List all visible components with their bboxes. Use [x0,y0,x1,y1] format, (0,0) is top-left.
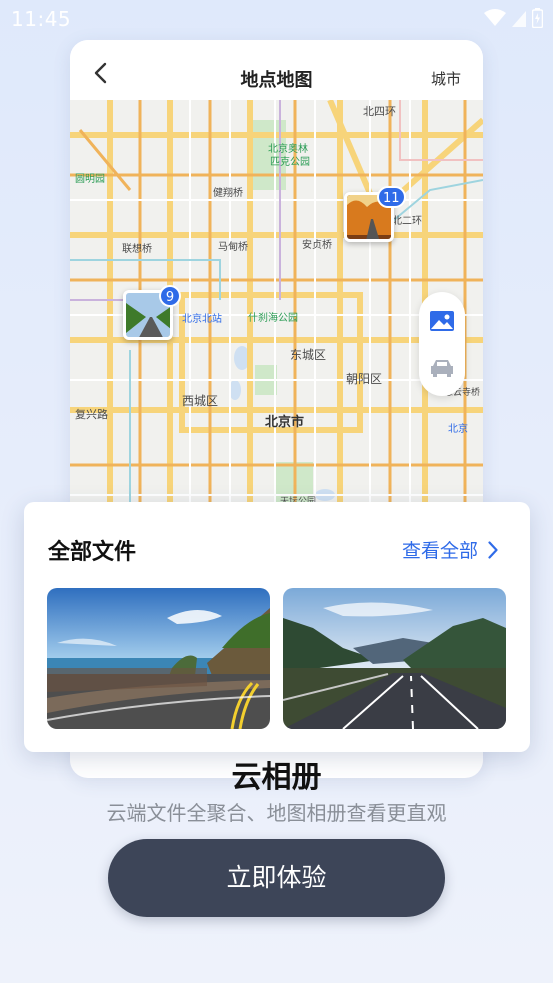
page-subtitle: 云端文件全聚合、地图相册查看更直观 [106,801,447,825]
photo-thumbnail[interactable] [283,588,506,729]
map-label: 匹克公园 [270,157,310,168]
all-files-card: 全部文件 查看全部 [24,502,530,752]
view-all-label: 查看全部 [401,540,478,562]
phone-title: 地点地图 [240,70,313,91]
phone-header: 地点地图 城市 [70,40,483,100]
map-label: 西城区 [182,394,219,408]
status-icons [484,8,543,28]
map-label: 北四环 [363,105,396,118]
map-label: 北京市 [265,415,305,430]
map-label: 北京北站 [182,314,222,325]
battery-icon [532,8,543,28]
view-all-link[interactable]: 查看全部 [402,536,498,563]
map-label: 圆明园 [75,174,105,185]
map-label: 安贞桥 [302,240,332,251]
map-label: 东城区 [290,348,327,362]
image-icon[interactable] [429,310,455,332]
map-label: 复兴路 [75,408,108,421]
map-label: 联想桥 [122,244,152,255]
car-icon[interactable] [429,358,455,378]
map-label: 朝阳区 [346,372,383,386]
wifi-icon [484,9,506,26]
status-bar: 11:45 [0,0,553,38]
all-files-title: 全部文件 [48,540,137,565]
map-label: 北京 [448,424,468,435]
page-title: 云相册 [231,760,322,795]
try-now-button[interactable]: 立即体验 [108,839,445,917]
signal-icon [512,11,526,27]
map-controls [419,292,465,396]
map-label: 健翔桥 [213,188,243,199]
chevron-right-icon [488,540,498,559]
map-label: 北二环 [392,216,422,227]
pin-count-badge: 11 [377,186,406,208]
city-toggle[interactable]: 城市 [431,68,461,89]
photo-thumbnail[interactable] [47,588,270,729]
map-label: 什刹海公园 [248,313,298,324]
map-view[interactable]: 北四环 北京奥林 匹克公园 圆明园 健翔桥 北二环 联想桥 马甸桥 安贞桥 北京… [70,100,483,520]
status-time: 11:45 [11,7,72,31]
map-label: 马甸桥 [218,242,248,253]
pin-count-badge: 9 [159,285,181,307]
